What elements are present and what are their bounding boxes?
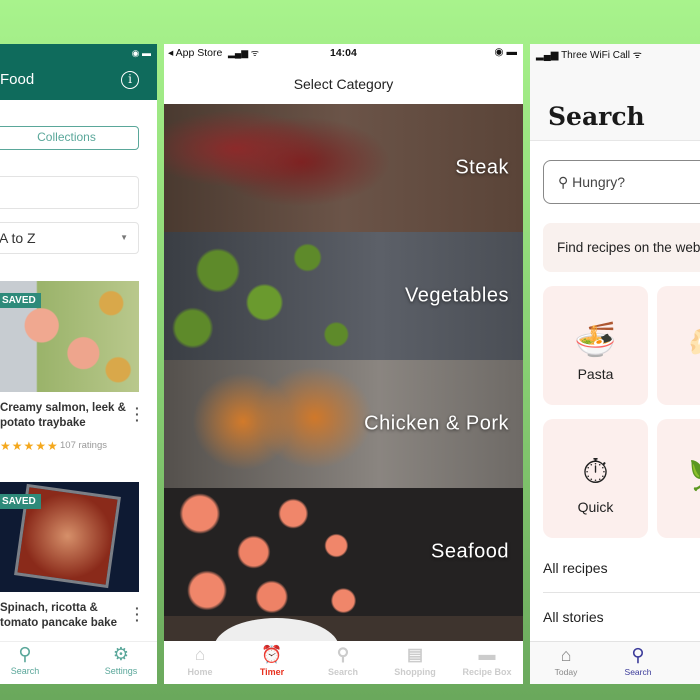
status-bar: ▂▄▆ Three WiFi Call ᯤ [536, 50, 642, 61]
recipe-title[interactable]: Spinach, ricotta & tomato pancake bake [0, 601, 128, 631]
search-icon: ⚲ [631, 645, 645, 665]
more-options-icon[interactable]: · · · [135, 601, 141, 627]
tab-settings[interactable]: ⚙ Settings [96, 644, 146, 676]
sort-value: A to Z [0, 230, 36, 246]
signal-icon: ▂▄▆ [536, 50, 562, 61]
find-recipes-web-banner[interactable]: Find recipes on the web [543, 223, 700, 272]
tile-second[interactable]: 🥟A [657, 286, 700, 405]
signal-icon: ▂▄▆ ᯤ [228, 48, 259, 58]
more-options-icon[interactable]: · · · [135, 401, 141, 427]
category-seafood[interactable]: Seafood [164, 488, 523, 616]
saved-badge: SAVED [0, 494, 41, 509]
tab-home[interactable]: ⌂ Home [164, 645, 236, 677]
ratings-count: 107 ratings [60, 440, 108, 451]
page-title: Search [548, 102, 645, 131]
pasta-bowl-icon: 🍜 [574, 321, 617, 359]
search-input[interactable] [0, 176, 139, 209]
category-partial[interactable] [164, 616, 523, 641]
category-vegetables[interactable]: Vegetables [164, 232, 523, 360]
tile-quick[interactable]: ⏱ Quick [543, 419, 648, 538]
tab-timer[interactable]: ⏰ Timer [236, 645, 308, 677]
collections-button[interactable]: Collections [0, 126, 139, 150]
info-icon[interactable]: i [121, 71, 139, 89]
battery-icon: ◉ ▬ [131, 48, 151, 58]
dropdown-caret-icon: ▼ [120, 233, 128, 242]
tab-search[interactable]: ⚲ Search [0, 644, 50, 676]
all-stories-link[interactable]: All stories [543, 609, 604, 625]
leaf-icon: 🌿 [657, 453, 700, 499]
tab-search[interactable]: ⚲ Search [608, 645, 668, 677]
alarm-clock-icon: ⏰ [261, 645, 283, 664]
search-icon: ⚲ [18, 644, 32, 664]
home-icon: ⌂ [560, 645, 572, 665]
gear-icon: ⚙ [112, 644, 130, 664]
search-icon: ⚲ [336, 645, 350, 664]
all-recipes-link[interactable]: All recipes [543, 560, 608, 576]
sort-select[interactable]: A to Z ▼ [0, 222, 139, 254]
tile-pasta[interactable]: 🍜 Pasta [543, 286, 648, 405]
pot-icon: ▬ [478, 645, 496, 664]
status-bar: ◂ App Store ▂▄▆ ᯤ 14:04 ◉ ▬ [164, 44, 523, 62]
stopwatch-icon: ⏱ [582, 453, 609, 491]
back-to-app-store[interactable]: ◂ App Store [168, 47, 222, 59]
dumpling-icon: 🥟 [657, 320, 700, 366]
search-input[interactable]: ⚲ Hungry? [543, 160, 700, 204]
battery-icon: ◉ ▬ [494, 46, 517, 58]
divider [543, 592, 700, 593]
wifi-icon: ᯤ [629, 50, 642, 61]
shopping-list-icon: ▤ [406, 645, 424, 664]
tile-fourth[interactable]: 🌿Me [657, 419, 700, 538]
recipe-image[interactable]: SAVED [0, 281, 139, 392]
clock: 14:04 [330, 47, 357, 59]
tab-bar: ⌂ Home ⏰ Timer ⚲ Search ▤ Shopping ▬ Recipe B… [164, 641, 523, 684]
tab-today[interactable]: ⌂ Today [536, 645, 596, 677]
tab-search[interactable]: ⚲ Search [307, 645, 379, 677]
recipe-title[interactable]: Creamy salmon, leek & potato traybake [0, 401, 128, 431]
tab-bar: ⌂ Today ⚲ Search [530, 641, 700, 684]
category-chicken-pork[interactable]: Chicken & Pork [164, 360, 523, 488]
app-header: ◉ ▬ Food i [0, 44, 157, 100]
food-app-screen: ◉ ▬ Food i Collections A to Z ▼ SAVED Cre… [0, 44, 157, 684]
recipe-image[interactable]: SAVED [0, 482, 139, 592]
tab-shopping[interactable]: ▤ Shopping [379, 645, 451, 677]
home-icon: ⌂ [194, 645, 206, 664]
rating-stars: ★★★★★ [0, 439, 59, 453]
search-icon: ⚲ [558, 174, 573, 190]
search-screen: ▂▄▆ Three WiFi Call ᯤ Search ⚲ Hungry? F… [530, 44, 700, 684]
tab-recipe-box[interactable]: ▬ Recipe Box [451, 645, 523, 677]
category-steak[interactable]: Steak [164, 104, 523, 232]
category-screen: ◂ App Store ▂▄▆ ᯤ 14:04 ◉ ▬ Select Categ… [164, 44, 523, 684]
tab-bar: ⚲ Search ⚙ Settings [0, 641, 157, 684]
page-title: Select Category [293, 76, 394, 92]
app-title: Food [0, 71, 35, 88]
saved-badge: SAVED [0, 293, 41, 308]
